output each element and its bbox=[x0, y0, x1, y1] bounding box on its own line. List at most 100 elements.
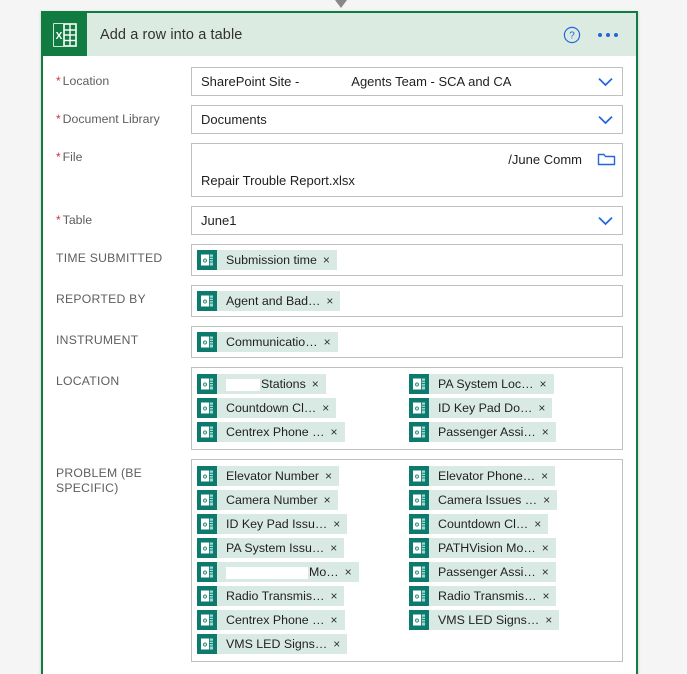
card-header[interactable]: X Add a row into a table ? bbox=[43, 13, 636, 56]
token-cell: o Centrex Phone … × bbox=[197, 608, 407, 632]
chevron-down-icon[interactable] bbox=[592, 77, 618, 87]
remove-token-icon[interactable]: × bbox=[542, 586, 556, 606]
folder-icon[interactable] bbox=[596, 150, 616, 168]
remove-token-icon[interactable]: × bbox=[538, 398, 552, 418]
svg-text:o: o bbox=[203, 382, 207, 389]
svg-text:o: o bbox=[415, 406, 419, 413]
token-cell: o ID Key Pad Issu… × bbox=[197, 512, 407, 536]
card-header-actions: ? bbox=[562, 25, 636, 45]
dynamic-content-token[interactable]: o PA System Issu… × bbox=[197, 538, 345, 558]
field-location-tokens: LOCATION o Stations × o PA System Loc… × o Coun… bbox=[56, 367, 623, 450]
token-label: Radio Transmis… bbox=[226, 589, 325, 603]
remove-token-icon[interactable]: × bbox=[345, 562, 359, 582]
remove-token-icon[interactable]: × bbox=[322, 398, 336, 418]
dynamic-content-token[interactable]: o Submission time × bbox=[197, 250, 337, 270]
dynamic-content-token[interactable]: o Radio Transmis… × bbox=[197, 586, 345, 606]
svg-text:o: o bbox=[203, 430, 207, 437]
dynamic-content-token[interactable]: o Communicatio… × bbox=[197, 332, 338, 352]
remove-token-icon[interactable]: × bbox=[312, 374, 326, 394]
remove-token-icon[interactable]: × bbox=[534, 514, 548, 534]
remove-token-icon[interactable]: × bbox=[324, 332, 338, 352]
dynamic-content-token[interactable]: o Passenger Assi… × bbox=[409, 422, 556, 442]
file-picker[interactable]: /June Comm Repair Trouble Report.xlsx bbox=[191, 143, 623, 197]
excel-icon: X bbox=[43, 13, 87, 56]
chevron-down-icon[interactable] bbox=[592, 216, 618, 226]
svg-text:o: o bbox=[203, 522, 207, 529]
problem-tokens-input[interactable]: o Elevator Number × o Elevator Phone… × o Camer… bbox=[191, 459, 623, 662]
forms-token-icon: o bbox=[197, 466, 217, 486]
remove-token-icon[interactable]: × bbox=[543, 490, 557, 510]
forms-token-icon: o bbox=[409, 466, 429, 486]
remove-token-icon[interactable]: × bbox=[326, 291, 340, 311]
dynamic-content-token[interactable]: o PA System Loc… × bbox=[409, 374, 554, 394]
connector-down-arrow-icon bbox=[330, 0, 352, 10]
instrument-input[interactable]: o Communicatio… × bbox=[191, 326, 623, 358]
field-reported-by: REPORTED BY o Agent and Bad… × bbox=[56, 285, 623, 317]
field-label-document-library: * Document Library bbox=[56, 112, 160, 126]
dynamic-content-token[interactable]: o VMS LED Signs… × bbox=[409, 610, 560, 630]
forms-token-icon: o bbox=[409, 562, 429, 582]
remove-token-icon[interactable]: × bbox=[541, 466, 555, 486]
dynamic-content-token[interactable]: o Camera Issues … × bbox=[409, 490, 558, 510]
dynamic-content-token[interactable]: o Agent and Bad… × bbox=[197, 291, 341, 311]
document-library-dropdown[interactable]: Documents bbox=[191, 105, 623, 134]
dynamic-content-token[interactable]: o ID Key Pad Do… × bbox=[409, 398, 553, 418]
chevron-down-icon[interactable] bbox=[592, 115, 618, 125]
dynamic-content-token[interactable]: o Countdown Cl… × bbox=[197, 398, 337, 418]
remove-token-icon[interactable]: × bbox=[323, 250, 337, 270]
token-cell: o VMS LED Signs… × bbox=[407, 608, 617, 632]
remove-token-icon[interactable]: × bbox=[542, 562, 556, 582]
token-label: Agent and Bad… bbox=[226, 294, 321, 308]
dynamic-content-token[interactable]: o Camera Number × bbox=[197, 490, 338, 510]
location-tokens-input[interactable]: o Stations × o PA System Loc… × o Countdown Cl…… bbox=[191, 367, 623, 450]
token-cell: o PATHVision Mo… × bbox=[407, 536, 617, 560]
dynamic-content-token[interactable]: o Stations × bbox=[197, 374, 326, 394]
field-problem: PROBLEM (BE SPECIFIC) o Elevator Number × o… bbox=[56, 459, 623, 662]
svg-text:o: o bbox=[415, 522, 419, 529]
remove-token-icon[interactable]: × bbox=[542, 538, 556, 558]
reported-by-input[interactable]: o Agent and Bad… × bbox=[191, 285, 623, 317]
remove-token-icon[interactable]: × bbox=[330, 586, 344, 606]
help-icon[interactable]: ? bbox=[562, 25, 582, 45]
remove-token-icon[interactable]: × bbox=[325, 466, 339, 486]
dynamic-content-token[interactable]: o ID Key Pad Issu… × bbox=[197, 514, 348, 534]
forms-token-icon: o bbox=[197, 586, 217, 606]
token-label: Countdown Cl… bbox=[438, 517, 529, 531]
token-label: PA System Issu… bbox=[226, 541, 325, 555]
time-submitted-input[interactable]: o Submission time × bbox=[191, 244, 623, 276]
forms-token-icon: o bbox=[197, 374, 217, 394]
more-options-icon[interactable] bbox=[596, 25, 620, 45]
dynamic-content-token[interactable]: o Centrex Phone … × bbox=[197, 422, 345, 442]
dynamic-content-token[interactable]: o Passenger Assi… × bbox=[409, 562, 556, 582]
token-cell: o ID Key Pad Do… × bbox=[407, 396, 617, 420]
token-label: Stations bbox=[217, 374, 312, 394]
remove-token-icon[interactable]: × bbox=[324, 490, 338, 510]
remove-token-icon[interactable]: × bbox=[333, 634, 347, 654]
token-cell: o VMS LED Signs… × bbox=[197, 632, 407, 656]
action-card[interactable]: X Add a row into a table ? * Location Sh… bbox=[41, 11, 638, 674]
table-dropdown[interactable]: June1 bbox=[191, 206, 623, 235]
remove-token-icon[interactable]: × bbox=[331, 610, 345, 630]
location-value: SharePoint Site - Agents Team - SCA and C… bbox=[201, 74, 512, 89]
dynamic-content-token[interactable]: o PATHVision Mo… × bbox=[409, 538, 556, 558]
svg-text:o: o bbox=[415, 570, 419, 577]
forms-token-icon: o bbox=[197, 634, 217, 654]
dynamic-content-token[interactable]: o Elevator Number × bbox=[197, 466, 339, 486]
remove-token-icon[interactable]: × bbox=[333, 514, 347, 534]
remove-token-icon[interactable]: × bbox=[545, 610, 559, 630]
svg-text:o: o bbox=[203, 498, 207, 505]
remove-token-icon[interactable]: × bbox=[540, 374, 554, 394]
dynamic-content-token[interactable]: o Mo… × bbox=[197, 562, 359, 582]
remove-token-icon[interactable]: × bbox=[330, 538, 344, 558]
token-cell: o Radio Transmis… × bbox=[407, 584, 617, 608]
forms-token-icon: o bbox=[409, 398, 429, 418]
remove-token-icon[interactable]: × bbox=[542, 422, 556, 442]
svg-text:o: o bbox=[203, 474, 207, 481]
dynamic-content-token[interactable]: o Elevator Phone… × bbox=[409, 466, 556, 486]
dynamic-content-token[interactable]: o VMS LED Signs… × bbox=[197, 634, 348, 654]
location-dropdown[interactable]: SharePoint Site - Agents Team - SCA and C… bbox=[191, 67, 623, 96]
dynamic-content-token[interactable]: o Radio Transmis… × bbox=[409, 586, 557, 606]
remove-token-icon[interactable]: × bbox=[331, 422, 345, 442]
dynamic-content-token[interactable]: o Centrex Phone … × bbox=[197, 610, 345, 630]
dynamic-content-token[interactable]: o Countdown Cl… × bbox=[409, 514, 549, 534]
